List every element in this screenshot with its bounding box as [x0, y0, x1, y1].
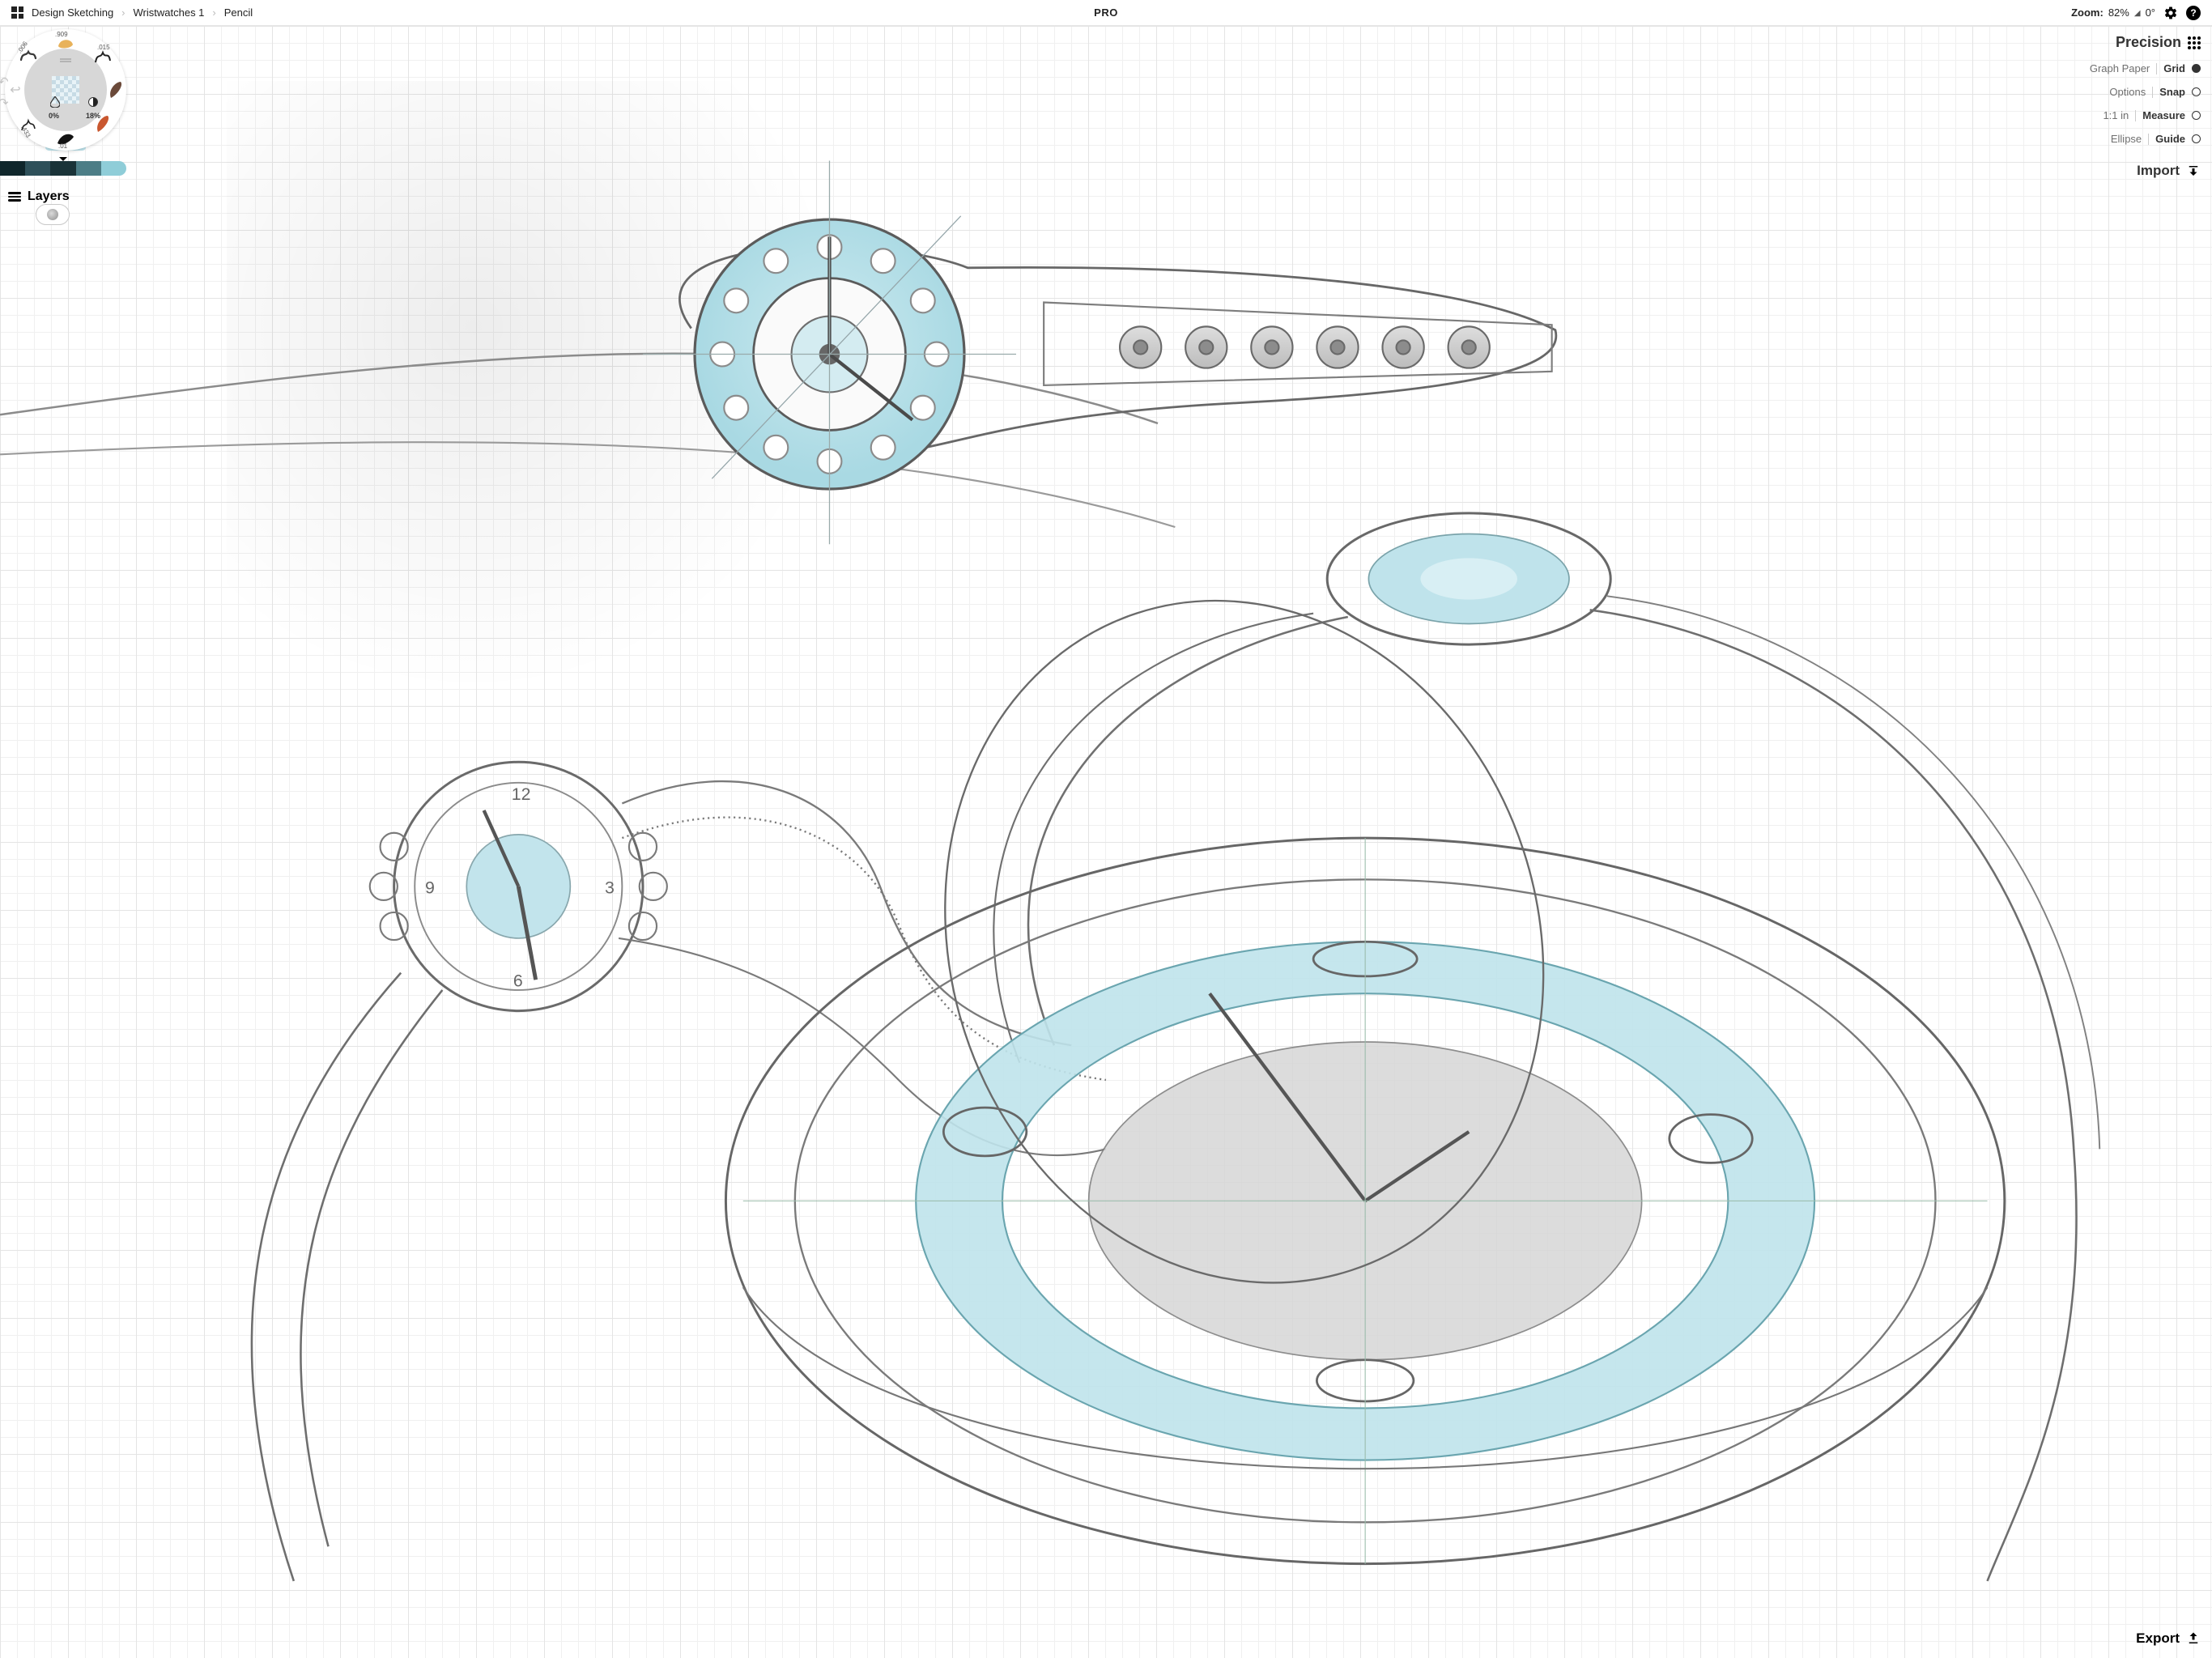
- undo-icon[interactable]: ↶: [0, 74, 9, 89]
- opacity-icon: [50, 96, 60, 108]
- brush-slot[interactable]: [92, 113, 113, 134]
- apps-icon[interactable]: [11, 6, 23, 19]
- row-measure[interactable]: 1:1 in Measure: [2090, 109, 2201, 121]
- breadcrumb[interactable]: Wristwatches 1: [134, 6, 205, 19]
- toggle-dot-icon: [2192, 87, 2201, 96]
- toggle-dot-icon: [2192, 111, 2201, 120]
- brush-slot[interactable]: [105, 79, 126, 100]
- svg-text:6: 6: [513, 971, 523, 991]
- drag-handle-icon[interactable]: [60, 58, 71, 60]
- row-guide[interactable]: Ellipse Guide: [2090, 133, 2201, 145]
- export-button[interactable]: Export: [2136, 1630, 2201, 1647]
- export-icon: [2186, 1631, 2201, 1646]
- import-button[interactable]: Import: [2090, 163, 2201, 179]
- precision-panel: Precision Graph Paper Grid Options Snap …: [2090, 34, 2201, 179]
- drag-grid-icon[interactable]: [2188, 36, 2201, 49]
- svg-text:9: 9: [425, 878, 435, 897]
- pro-badge[interactable]: PRO: [1094, 6, 1118, 19]
- gear-icon[interactable]: [2163, 6, 2178, 20]
- breadcrumb[interactable]: Pencil: [224, 6, 253, 19]
- redo-icon[interactable]: ↷: [0, 96, 9, 110]
- watch-top: [643, 160, 1556, 544]
- swatch-active[interactable]: [50, 161, 75, 176]
- swatch[interactable]: [0, 161, 25, 176]
- zoom-control[interactable]: Zoom: 82% ◢0°: [2071, 6, 2155, 19]
- precision-title[interactable]: Precision: [2116, 34, 2181, 51]
- layers-toggle[interactable]: Layers: [8, 189, 70, 204]
- breadcrumb-sep: ›: [121, 6, 125, 19]
- brush-wheel[interactable]: 0% 18% .909 .015 .01 .433 ↩ .006: [5, 29, 126, 151]
- breadcrumb[interactable]: Design Sketching: [32, 6, 113, 19]
- color-strip[interactable]: [0, 161, 126, 176]
- svg-text:3: 3: [605, 878, 615, 897]
- help-icon[interactable]: ?: [2186, 6, 2201, 20]
- import-icon: [2186, 164, 2201, 178]
- swatch[interactable]: [76, 161, 101, 176]
- layers-icon: [8, 192, 21, 202]
- breadcrumb-sep: ›: [212, 6, 215, 19]
- watch-big: [725, 522, 2004, 1563]
- layer-thumb[interactable]: [36, 204, 70, 225]
- swatch[interactable]: [101, 161, 126, 176]
- toggle-dot-icon: [2192, 134, 2201, 143]
- swatch[interactable]: [25, 161, 50, 176]
- svg-text:12: 12: [512, 784, 531, 804]
- row-grid[interactable]: Graph Paper Grid: [2090, 62, 2201, 74]
- row-snap[interactable]: Options Snap: [2090, 86, 2201, 98]
- contrast-icon: [88, 97, 98, 107]
- sketch: 12 3 6 9: [0, 26, 2212, 1630]
- toggle-dot-icon: [2192, 64, 2201, 73]
- topbar: Design Sketching › Wristwatches 1 › Penc…: [0, 0, 2212, 26]
